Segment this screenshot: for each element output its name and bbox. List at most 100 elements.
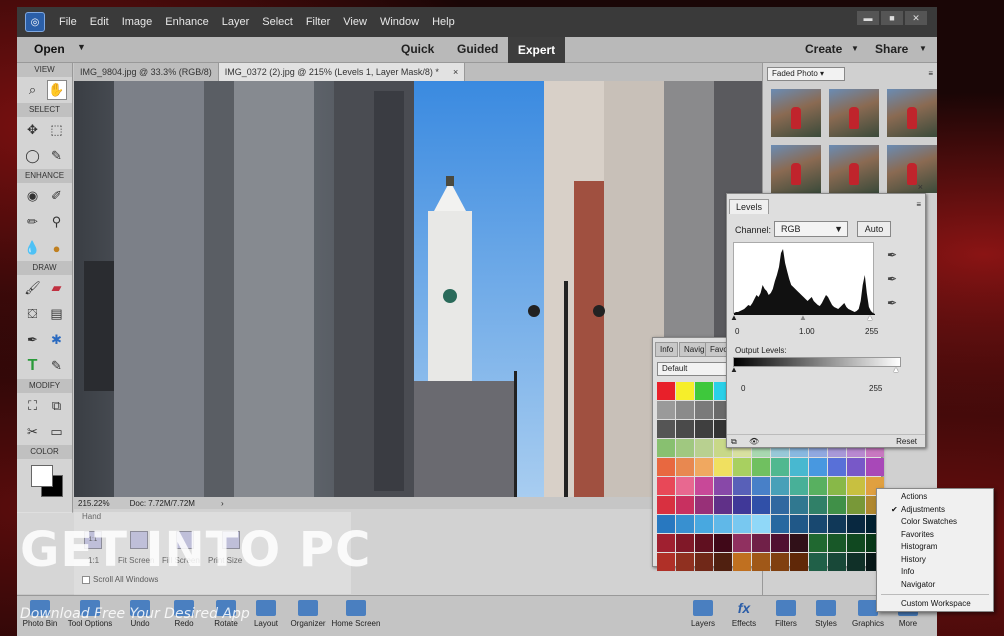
color-swatch[interactable] — [695, 382, 713, 400]
tab-close-icon[interactable]: × — [453, 67, 458, 77]
color-swatch[interactable] — [752, 458, 770, 476]
color-swatch[interactable] — [809, 515, 827, 533]
layers-button[interactable]: Layers — [680, 600, 726, 628]
color-swatch[interactable] — [676, 534, 694, 552]
status-arrow-icon[interactable]: › — [221, 499, 224, 508]
color-swatch[interactable] — [676, 458, 694, 476]
color-swatch[interactable] — [790, 477, 808, 495]
color-swatch[interactable] — [790, 534, 808, 552]
color-swatch[interactable] — [771, 477, 789, 495]
recompose-tool-icon[interactable]: ⧉ — [47, 396, 67, 416]
color-swatch[interactable] — [733, 496, 751, 514]
color-swatch[interactable] — [771, 458, 789, 476]
color-swatch[interactable] — [790, 553, 808, 571]
effects-dropdown[interactable]: Faded Photo ▾ — [767, 67, 845, 81]
color-swatch[interactable] — [733, 534, 751, 552]
mode-guided[interactable]: Guided — [457, 42, 498, 56]
share-button[interactable]: Share — [875, 42, 908, 56]
color-swatch[interactable] — [676, 496, 694, 514]
menu-edit[interactable]: Edit — [90, 16, 109, 28]
color-swatch[interactable] — [657, 439, 675, 457]
open-button[interactable]: Open — [34, 42, 65, 56]
menu-item-favorites[interactable]: Favorites — [877, 529, 993, 542]
input-white-slider[interactable]: ▲ — [866, 313, 874, 322]
color-swatch[interactable] — [790, 496, 808, 514]
organizer-button[interactable]: Organizer — [285, 600, 331, 628]
panel-menu-icon[interactable]: ≡ — [928, 69, 933, 78]
color-swatch[interactable] — [657, 420, 675, 438]
clone-stamp-tool-icon[interactable]: ⚲ — [47, 212, 67, 232]
create-dropdown-icon[interactable]: ▼ — [851, 44, 859, 53]
menu-view[interactable]: View — [343, 16, 367, 28]
color-swatch[interactable] — [676, 439, 694, 457]
menu-item-adjustments[interactable]: ✔ Adjustments — [877, 504, 993, 517]
content-aware-move-tool-icon[interactable]: ✂ — [23, 422, 43, 442]
quick-selection-tool-icon[interactable]: ✎ — [47, 146, 67, 166]
color-swatch[interactable] — [771, 534, 789, 552]
menu-window[interactable]: Window — [380, 16, 419, 28]
color-swatch[interactable] — [809, 477, 827, 495]
document-tab-img9804[interactable]: IMG_9804.jpg @ 33.3% (RGB/8) — [74, 63, 219, 81]
straighten-tool-icon[interactable]: ▭ — [47, 422, 67, 442]
color-swatch[interactable] — [752, 477, 770, 495]
input-mid-slider[interactable]: ▲ — [799, 313, 807, 322]
input-white-value[interactable]: 255 — [865, 327, 878, 336]
color-swatch[interactable] — [866, 458, 884, 476]
gradient-tool-icon[interactable]: ▤ — [47, 304, 67, 324]
tab-info[interactable]: Info — [655, 342, 679, 357]
color-swatch[interactable] — [657, 477, 675, 495]
color-swatch[interactable] — [733, 458, 751, 476]
color-swatch[interactable] — [714, 496, 732, 514]
brush-tool-icon[interactable]: 🖌 — [23, 278, 43, 298]
document-tab-img0372[interactable]: IMG_0372 (2).jpg @ 215% (Levels 1, Layer… — [218, 63, 466, 81]
color-swatch[interactable] — [657, 515, 675, 533]
output-white-value[interactable]: 255 — [869, 384, 882, 393]
color-swatch[interactable] — [714, 477, 732, 495]
color-swatch[interactable] — [847, 477, 865, 495]
menu-item-histogram[interactable]: Histogram — [877, 541, 993, 554]
color-swatch[interactable] — [714, 534, 732, 552]
color-swatch[interactable] — [847, 458, 865, 476]
crop-tool-icon[interactable]: ⛶ — [23, 396, 43, 416]
effect-thumbnail[interactable] — [771, 145, 821, 193]
color-swatch[interactable] — [676, 420, 694, 438]
color-swatch[interactable] — [790, 515, 808, 533]
color-swatch[interactable] — [695, 553, 713, 571]
menu-item-color-swatches[interactable]: Color Swatches — [877, 516, 993, 529]
color-swatch[interactable] — [790, 458, 808, 476]
color-swatch[interactable] — [809, 534, 827, 552]
menu-layer[interactable]: Layer — [222, 16, 250, 28]
menu-select[interactable]: Select — [262, 16, 293, 28]
output-black-slider[interactable]: ▲ — [730, 365, 738, 374]
menu-file[interactable]: File — [59, 16, 77, 28]
channel-dropdown[interactable]: RGB ▼ — [774, 221, 848, 237]
effect-thumbnail[interactable] — [829, 89, 879, 137]
color-swatch[interactable] — [771, 553, 789, 571]
color-swatch[interactable] — [657, 382, 675, 400]
color-swatch[interactable] — [657, 553, 675, 571]
color-swatch[interactable] — [695, 439, 713, 457]
blur-tool-icon[interactable]: 💧 — [23, 238, 43, 258]
foreground-color-swatch[interactable] — [31, 465, 53, 487]
color-swatch[interactable] — [676, 515, 694, 533]
gray-eyedropper-icon[interactable]: ✒ — [884, 272, 900, 288]
levels-menu-icon[interactable]: ≡ — [916, 200, 921, 209]
red-eye-tool-icon[interactable]: ◉ — [23, 186, 43, 206]
smart-brush-tool-icon[interactable]: ✏ — [23, 212, 43, 232]
menu-enhance[interactable]: Enhance — [165, 16, 208, 28]
color-swatch[interactable] — [847, 515, 865, 533]
input-black-value[interactable]: 0 — [735, 327, 739, 336]
effect-thumbnail[interactable] — [887, 89, 937, 137]
color-swatch[interactable] — [695, 534, 713, 552]
color-swatch[interactable] — [752, 515, 770, 533]
menu-item-navigator[interactable]: Navigator — [877, 579, 993, 592]
color-swatch[interactable] — [828, 553, 846, 571]
color-swatch[interactable] — [828, 458, 846, 476]
effect-thumbnail[interactable] — [771, 89, 821, 137]
color-swatch[interactable] — [828, 515, 846, 533]
open-dropdown-icon[interactable]: ▼ — [77, 42, 86, 52]
type-tool-icon[interactable]: T — [23, 356, 43, 376]
maximize-button[interactable]: ■ — [881, 11, 903, 25]
create-button[interactable]: Create — [805, 42, 842, 56]
color-picker-tool-icon[interactable]: ✒ — [23, 330, 43, 350]
